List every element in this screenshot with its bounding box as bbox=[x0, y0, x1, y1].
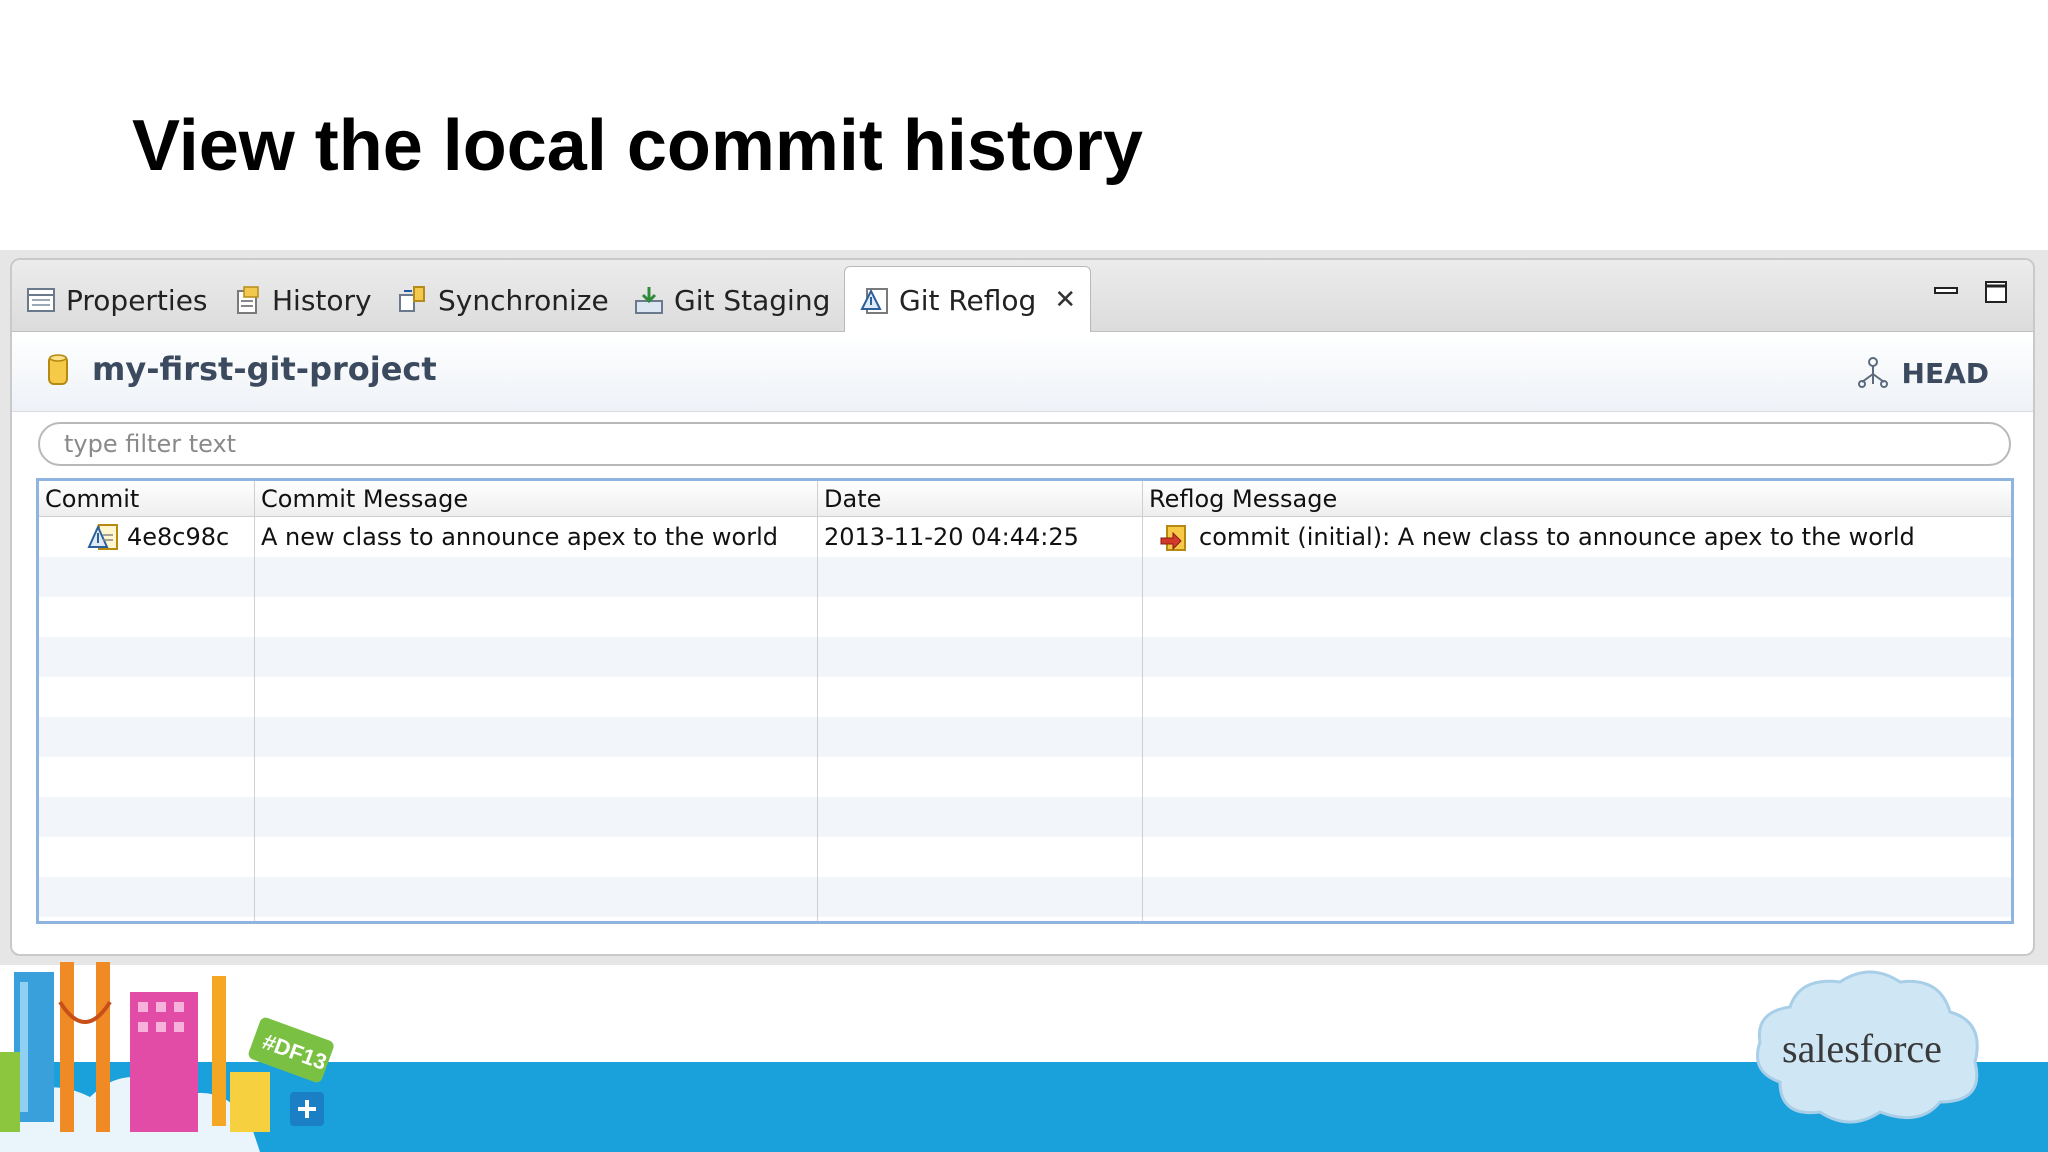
column-header-reflog-message[interactable]: Reflog Message bbox=[1143, 481, 2011, 517]
tab-label: Synchronize bbox=[438, 283, 609, 317]
tab-git-staging[interactable]: Git Staging bbox=[634, 268, 830, 332]
tab-synchronize[interactable]: Synchronize bbox=[398, 268, 609, 332]
empty-row bbox=[39, 557, 2011, 597]
salesforce-logo-text: salesforce bbox=[1782, 1026, 1942, 1071]
reflog-entry-icon bbox=[1160, 525, 1186, 551]
synchronize-icon bbox=[399, 286, 425, 312]
git-reflog-view: Properties History Synchronize Git Stagi… bbox=[0, 250, 2048, 965]
view-tab-bar: Properties History Synchronize Git Stagi… bbox=[12, 260, 2033, 333]
table-row[interactable]: 4e8c98c A new class to announce apex to … bbox=[39, 517, 2011, 557]
commit-date: 2013-11-20 04:44:25 bbox=[824, 523, 1079, 551]
tab-git-reflog[interactable]: Git Reflog ✕ bbox=[844, 266, 1092, 333]
tab-label: History bbox=[272, 283, 372, 317]
minimize-icon[interactable] bbox=[1933, 280, 1959, 304]
close-icon[interactable]: ✕ bbox=[1054, 285, 1076, 315]
view-panel: Properties History Synchronize Git Stagi… bbox=[10, 258, 2035, 956]
tab-label: Git Reflog bbox=[899, 283, 1037, 317]
salesforce-logo: salesforce bbox=[1756, 970, 1979, 1124]
column-header-date[interactable]: Date bbox=[818, 481, 1143, 517]
empty-row bbox=[39, 717, 2011, 757]
tab-properties[interactable]: Properties bbox=[26, 268, 208, 332]
empty-row bbox=[39, 797, 2011, 837]
repository-header: my-first-git-project HEAD bbox=[12, 332, 2033, 412]
git-staging-icon bbox=[635, 287, 663, 314]
tab-history[interactable]: History bbox=[232, 268, 372, 332]
commit-message: A new class to announce apex to the worl… bbox=[261, 523, 778, 551]
properties-icon bbox=[27, 288, 55, 312]
project-name: my-first-git-project bbox=[92, 350, 437, 388]
empty-row bbox=[39, 637, 2011, 677]
maximize-icon[interactable] bbox=[1983, 280, 2009, 304]
commit-id: 4e8c98c bbox=[127, 523, 230, 551]
slide-title: View the local commit history bbox=[132, 106, 1143, 186]
head-ref[interactable]: HEAD bbox=[1856, 356, 1989, 390]
tab-label: Git Staging bbox=[674, 283, 831, 317]
filter-input[interactable] bbox=[38, 422, 2011, 466]
empty-row bbox=[39, 877, 2011, 917]
git-reflog-icon bbox=[860, 288, 888, 314]
repository-icon bbox=[48, 354, 68, 385]
history-icon bbox=[237, 286, 259, 314]
reflog-table: Commit Commit Message Date Reflog Messag… bbox=[36, 478, 2014, 924]
column-header-commit-message[interactable]: Commit Message bbox=[255, 481, 818, 517]
column-header-commit[interactable]: Commit bbox=[39, 481, 255, 517]
df13-city-illustration: #DF13 bbox=[0, 962, 334, 1152]
head-label: HEAD bbox=[1901, 356, 1989, 390]
tab-label: Properties bbox=[66, 283, 208, 317]
reflog-message: commit (initial): A new class to announc… bbox=[1199, 523, 1915, 551]
commit-icon bbox=[87, 524, 118, 550]
branch-icon bbox=[1857, 357, 1888, 388]
